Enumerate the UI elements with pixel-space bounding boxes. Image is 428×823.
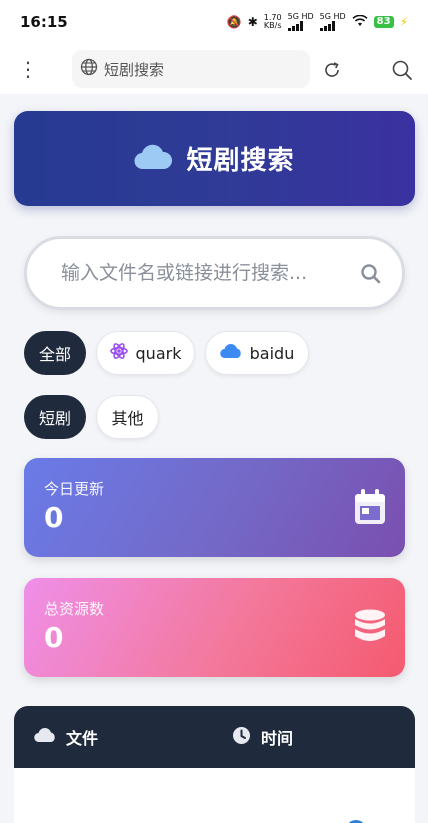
url-text: 短剧搜索	[104, 60, 165, 79]
stat-card-today: 今日更新 0	[24, 458, 405, 557]
cloud-icon	[219, 343, 242, 363]
more-menu-icon[interactable]: ⋮	[0, 59, 56, 79]
search-icon	[392, 60, 412, 80]
column-label: 文件	[66, 729, 99, 748]
stat-label: 今日更新	[44, 480, 105, 498]
filter-chip-baidu[interactable]: baidu	[205, 331, 309, 375]
quark-icon	[109, 342, 128, 364]
browser-toolbar: ⋮ 短剧搜索	[0, 44, 428, 94]
browser-search-button[interactable]	[388, 56, 416, 84]
chip-label: 其他	[111, 409, 144, 428]
bluetooth-icon: ✱	[247, 15, 258, 29]
reload-button[interactable]	[318, 56, 346, 84]
chip-label: 短剧	[38, 409, 71, 428]
chip-label: 全部	[38, 345, 71, 364]
status-icons: 🔕 ✱ 1.70 KB/s 5G HD 5G HD 83 ⚡	[227, 13, 408, 31]
column-time[interactable]: 时间	[232, 725, 293, 749]
floating-widget[interactable]	[344, 815, 428, 823]
calendar-icon	[353, 488, 387, 530]
mute-icon: 🔕	[226, 15, 242, 29]
signal-1-icon	[287, 21, 304, 31]
signal-2-icon	[319, 21, 336, 31]
wifi-icon	[352, 14, 368, 30]
clock-icon	[232, 726, 251, 749]
signal-2: 5G HD	[319, 12, 346, 31]
stat-card-total: 总资源数 0	[24, 578, 405, 677]
signal-1: 5G HD	[287, 12, 314, 31]
stat-value: 0	[44, 621, 64, 654]
chip-label: baidu	[249, 343, 295, 363]
filter-chip-short-drama[interactable]: 短剧	[24, 395, 86, 439]
network-speed: 1.70 KB/s	[264, 14, 282, 30]
search-input[interactable]	[61, 262, 351, 284]
stat-label: 总资源数	[44, 600, 105, 618]
signal-2-label: 5G HD	[319, 12, 346, 21]
search-submit-icon[interactable]	[360, 263, 382, 289]
filter-chip-other[interactable]: 其他	[96, 395, 159, 439]
search-box	[24, 236, 405, 310]
column-label: 时间	[261, 729, 294, 748]
filter-chip-quark[interactable]: quark	[96, 331, 195, 375]
chip-label: quark	[135, 343, 182, 363]
filter-chip-all[interactable]: 全部	[24, 331, 86, 375]
charging-icon: ⚡	[399, 15, 408, 29]
column-file[interactable]: 文件	[34, 725, 98, 749]
status-bar: 16:15 🔕 ✱ 1.70 KB/s 5G HD 5G HD 83 ⚡	[0, 0, 428, 44]
database-icon	[353, 608, 387, 650]
signal-1-label: 5G HD	[287, 12, 314, 21]
header-banner: 短剧搜索	[14, 111, 415, 206]
battery-icon: 83	[373, 16, 394, 28]
url-bar[interactable]: 短剧搜索	[72, 50, 310, 88]
page-title: 短剧搜索	[186, 146, 295, 176]
cloud-icon	[34, 727, 56, 747]
reload-icon	[325, 62, 339, 77]
results-table-header: 文件 时间	[14, 706, 415, 768]
cloud-icon	[134, 143, 173, 175]
globe-icon	[80, 58, 98, 80]
stat-value: 0	[44, 501, 64, 534]
speed-unit: KB/s	[263, 21, 282, 30]
status-time: 16:15	[20, 13, 68, 31]
